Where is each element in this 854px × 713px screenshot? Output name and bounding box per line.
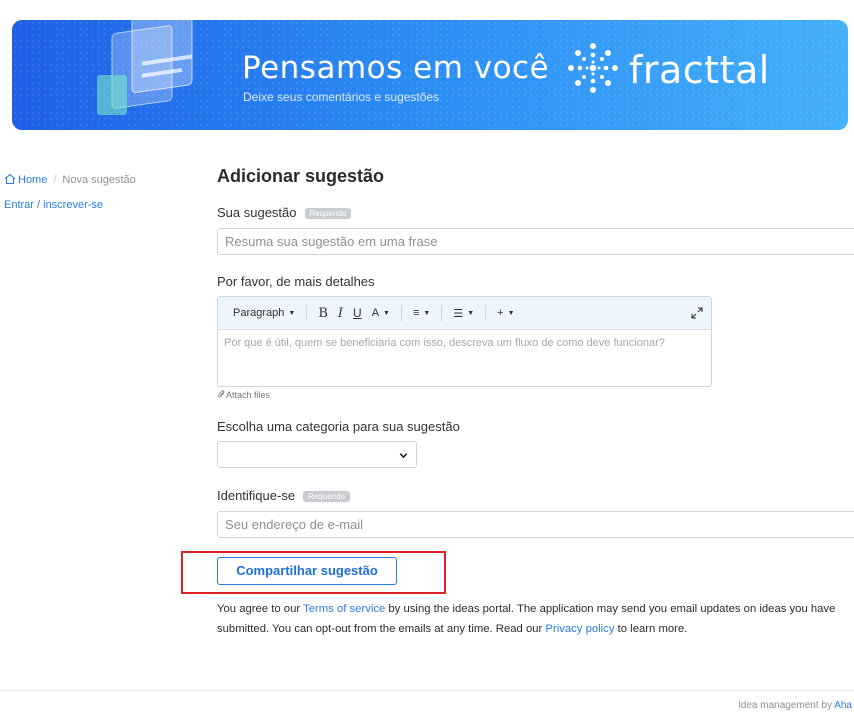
toolbar-divider — [485, 305, 487, 321]
list-button[interactable]: ☰ ▼ — [448, 303, 479, 323]
submit-button[interactable]: Compartilhar sugestão — [217, 557, 397, 585]
expand-icon[interactable] — [691, 307, 703, 319]
suggestion-input[interactable] — [217, 228, 854, 255]
header-banner: Pensamos em você Deixe seus comentários … — [12, 20, 848, 130]
italic-icon[interactable]: I — [333, 303, 348, 323]
text-color-button[interactable]: A ▼ — [367, 303, 395, 323]
category-select[interactable] — [217, 441, 417, 468]
breadcrumb-separator: / — [53, 174, 57, 186]
consent-text: You agree to our Terms of service by usi… — [217, 599, 853, 639]
footer-divider — [0, 690, 854, 691]
list-icon: ☰ — [453, 307, 464, 320]
underline-icon[interactable]: U — [348, 303, 367, 323]
suggestion-label: Sua sugestão Requerido — [217, 205, 352, 220]
align-button[interactable]: ≡ ▼ — [408, 303, 435, 323]
category-label: Escolha uma categoria para sua sugestão — [217, 419, 460, 434]
footer: Idea management by Aha — [738, 700, 852, 711]
toolbar-divider — [441, 305, 443, 321]
editor-toolbar: Paragraph ▼ B I U A ▼ ≡ ▼ ☰ ▼ + ▼ — [218, 297, 711, 330]
email-field[interactable] — [217, 511, 854, 538]
insert-button[interactable]: + ▼ — [492, 303, 519, 323]
align-icon: ≡ — [412, 307, 420, 319]
identify-label: Identifique-se Requerido — [217, 488, 350, 503]
breadcrumb-home-link[interactable]: Home — [18, 174, 47, 186]
text-color-icon: A — [371, 307, 380, 319]
consent-part1: You agree to our — [217, 603, 304, 615]
fracttal-logo-icon — [568, 43, 618, 93]
attach-files-label: Attach files — [226, 390, 271, 400]
breadcrumb-current: Nova sugestão — [62, 174, 136, 186]
aha-link[interactable]: Aha — [834, 700, 852, 711]
banner-illustration — [97, 20, 193, 115]
details-placeholder[interactable]: Por que é útil, quem se beneficiaria com… — [218, 330, 711, 357]
chevron-down-icon: ▼ — [383, 309, 390, 317]
chevron-down-icon: ▼ — [423, 309, 431, 317]
banner-subtitle: Deixe seus comentários e sugestões — [243, 90, 440, 104]
banner-title: Pensamos em você — [242, 50, 550, 86]
toolbar-divider — [400, 305, 402, 321]
chevron-down-icon — [399, 453, 408, 459]
consent-part3: to learn more. — [614, 623, 688, 635]
toolbar-divider — [306, 305, 308, 321]
paperclip-icon — [218, 390, 225, 398]
terms-link[interactable]: Terms of service — [303, 603, 385, 615]
page-title: Adicionar sugestão — [217, 166, 385, 186]
identify-label-text: Identifique-se — [217, 488, 296, 503]
details-label: Por favor, de mais detalhes — [217, 274, 375, 289]
home-icon[interactable] — [4, 173, 16, 185]
suggestion-label-text: Sua sugestão — [217, 205, 297, 220]
paragraph-dropdown[interactable]: Paragraph ▼ — [228, 303, 300, 323]
chevron-down-icon: ▼ — [288, 309, 296, 317]
footer-text: Idea management by — [738, 700, 835, 711]
privacy-link[interactable]: Privacy policy — [545, 623, 614, 635]
chevron-down-icon: ▼ — [467, 309, 475, 317]
brand-name: fracttal — [629, 48, 770, 92]
required-badge: Requerido — [303, 491, 350, 502]
attach-files-link[interactable]: Attach files — [217, 390, 270, 400]
required-badge: Requerido — [304, 208, 352, 219]
bold-icon[interactable]: B — [313, 303, 333, 323]
details-editor[interactable]: Paragraph ▼ B I U A ▼ ≡ ▼ ☰ ▼ + ▼ Por que é ú… — [217, 296, 712, 387]
chevron-down-icon: ▼ — [507, 309, 515, 317]
insert-icon: + — [497, 307, 504, 319]
paragraph-label: Paragraph — [233, 307, 285, 319]
breadcrumb: Home / Nova sugestão — [4, 173, 136, 186]
login-link[interactable]: Entrar / inscrever-se — [4, 199, 103, 211]
